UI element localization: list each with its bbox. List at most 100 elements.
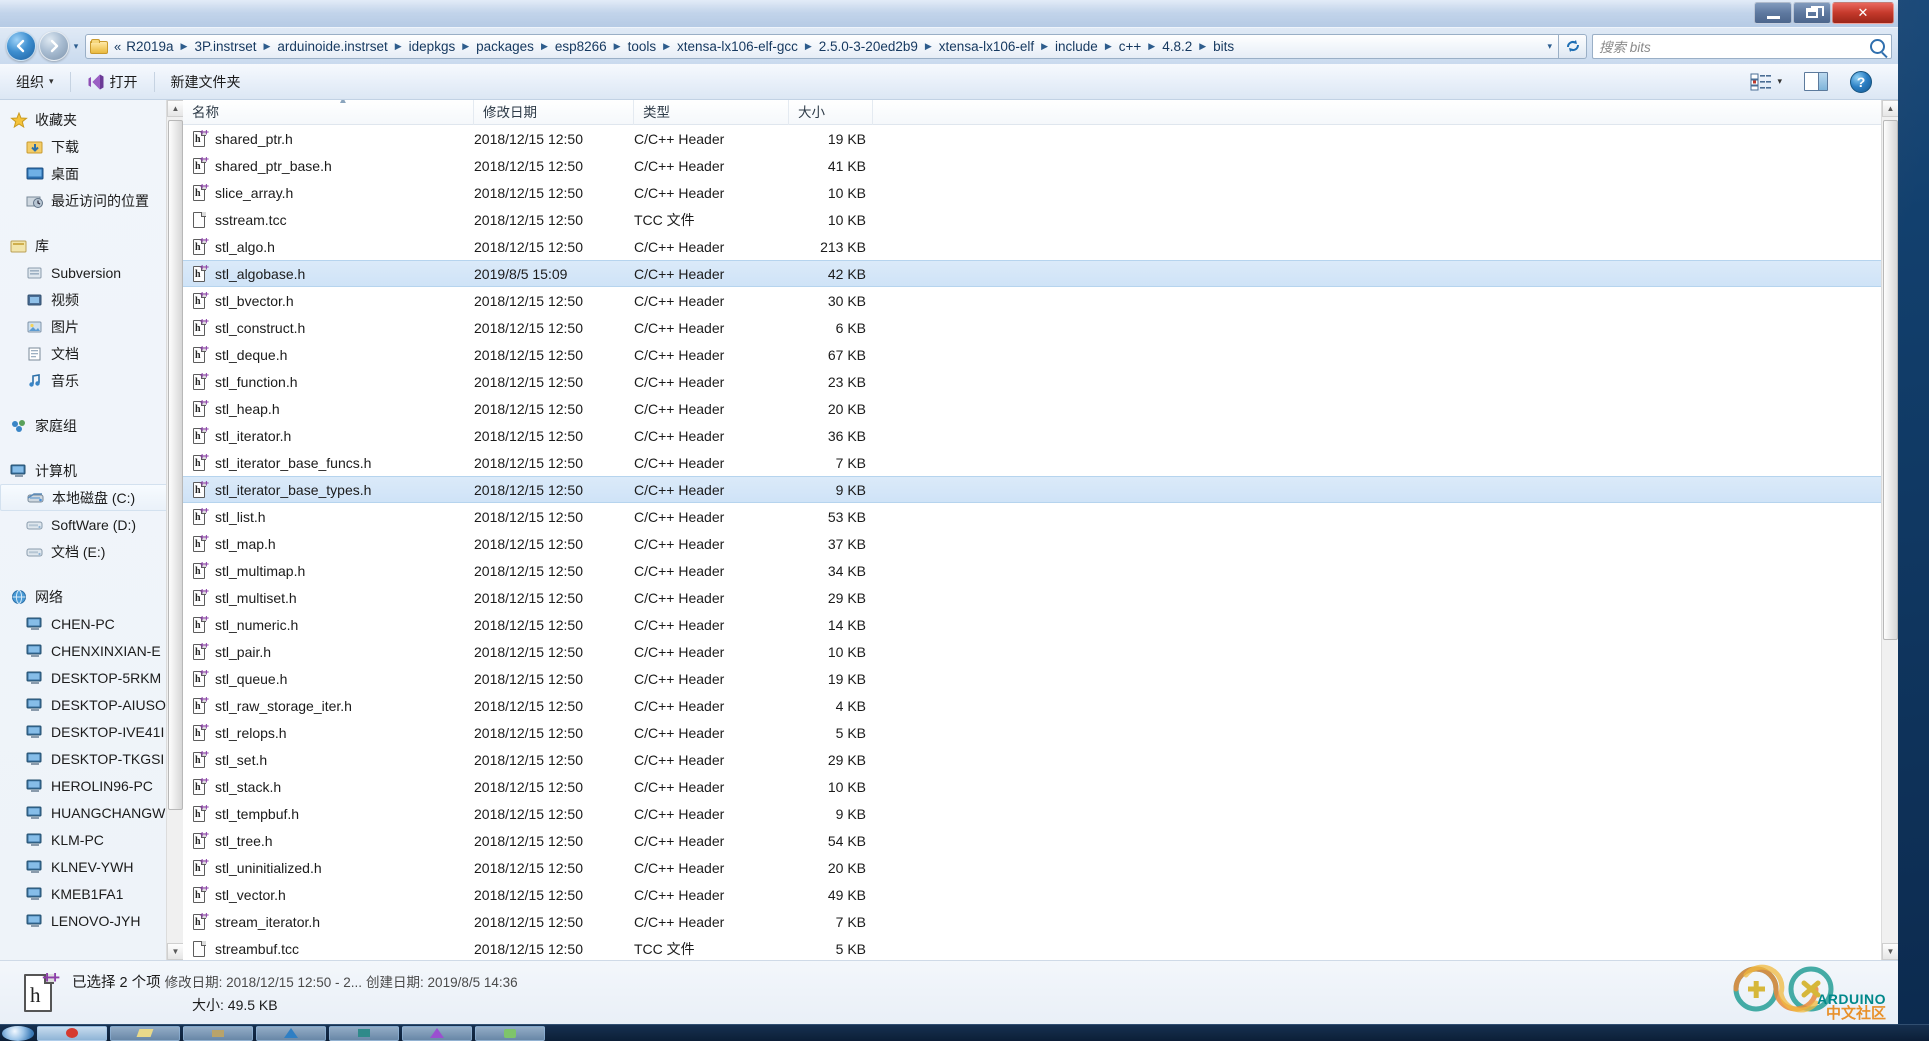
- scroll-down-button[interactable]: ▼: [1882, 943, 1898, 960]
- table-row[interactable]: h ++ stl_stack.h 2018/12/15 12:50 C/C++ Head…: [183, 773, 1898, 800]
- breadcrumb-chevron-icon[interactable]: ▶: [1037, 36, 1052, 57]
- navpane-item-SoftWare (D:)[interactable]: SoftWare (D:): [0, 511, 183, 538]
- breadcrumb-chevron-icon[interactable]: ▶: [260, 36, 275, 57]
- refresh-button[interactable]: [1559, 33, 1587, 59]
- breadcrumb-item-10[interactable]: include: [1052, 36, 1101, 57]
- table-row[interactable]: h ++ stl_construct.h 2018/12/15 12:50 C/C++ …: [183, 314, 1898, 341]
- breadcrumb-chevron-icon[interactable]: ▶: [801, 36, 816, 57]
- breadcrumb-chevron-icon[interactable]: ▶: [177, 36, 192, 57]
- navpane-item-DESKTOP-5RKM[interactable]: DESKTOP-5RKM: [0, 664, 183, 691]
- navpane-item-Subversion[interactable]: Subversion: [0, 259, 183, 286]
- navpane-item-KLNEV-YWH[interactable]: KLNEV-YWH: [0, 853, 183, 880]
- recent-locations-dropdown[interactable]: ▾: [69, 41, 83, 52]
- table-row[interactable]: h ++ stl_map.h 2018/12/15 12:50 C/C++ Header…: [183, 530, 1898, 557]
- navpane-item-DESKTOP-IVE41I[interactable]: DESKTOP-IVE41I: [0, 718, 183, 745]
- preview-pane-button[interactable]: [1794, 68, 1838, 95]
- breadcrumb-item-4[interactable]: packages: [473, 36, 537, 57]
- navpane-group-库[interactable]: 库: [0, 232, 183, 259]
- breadcrumb-overflow[interactable]: «: [111, 36, 123, 57]
- table-row[interactable]: h ++ stl_set.h 2018/12/15 12:50 C/C++ Header…: [183, 746, 1898, 773]
- table-row[interactable]: h ++ stl_function.h 2018/12/15 12:50 C/C++ H…: [183, 368, 1898, 395]
- column-header-name[interactable]: 名称: [183, 100, 474, 125]
- navpane-item-KMEB1FA1[interactable]: KMEB1FA1: [0, 880, 183, 907]
- table-row[interactable]: h ++ stl_algo.h 2018/12/15 12:50 C/C++ Heade…: [183, 233, 1898, 260]
- breadcrumb-chevron-icon[interactable]: ▶: [659, 36, 674, 57]
- back-button[interactable]: [6, 31, 36, 61]
- navpane-item-KLM-PC[interactable]: KLM-PC: [0, 826, 183, 853]
- navpane-item-音乐[interactable]: 音乐: [0, 367, 183, 394]
- breadcrumb-chevron-icon[interactable]: ▶: [1195, 36, 1210, 57]
- navigation-scrollbar[interactable]: ▲ ▼: [166, 100, 183, 960]
- scroll-thumb[interactable]: [1883, 120, 1898, 640]
- search-icon[interactable]: [1870, 38, 1885, 54]
- table-row[interactable]: h ++ stream_iterator.h 2018/12/15 12:50 C/C+…: [183, 908, 1898, 935]
- search-input[interactable]: 搜索 bits: [1592, 33, 1892, 59]
- navpane-item-HEROLIN96-PC[interactable]: HEROLIN96-PC: [0, 772, 183, 799]
- navpane-item-DESKTOP-AIUSO[interactable]: DESKTOP-AIUSO: [0, 691, 183, 718]
- new-folder-button[interactable]: 新建文件夹: [161, 68, 251, 96]
- table-row[interactable]: h++ sstream.tcc 2018/12/15 12:50 TCC 文件 10 K…: [183, 206, 1898, 233]
- table-row[interactable]: h ++ stl_numeric.h 2018/12/15 12:50 C/C++ He…: [183, 611, 1898, 638]
- table-row[interactable]: h ++ stl_pair.h 2018/12/15 12:50 C/C++ Heade…: [183, 638, 1898, 665]
- scroll-down-button[interactable]: ▼: [167, 943, 183, 960]
- breadcrumb-item-1[interactable]: 3P.instrset: [191, 36, 259, 57]
- navpane-item-文档[interactable]: 文档: [0, 340, 183, 367]
- table-row[interactable]: h ++ stl_queue.h 2018/12/15 12:50 C/C++ Head…: [183, 665, 1898, 692]
- organize-button[interactable]: 组织 ▾: [6, 68, 64, 96]
- breadcrumb-item-0[interactable]: R2019a: [123, 36, 176, 57]
- column-header-size[interactable]: 大小: [789, 100, 873, 125]
- scroll-thumb[interactable]: [168, 120, 183, 810]
- taskbar-item[interactable]: [475, 1025, 545, 1041]
- breadcrumb-chevron-icon[interactable]: ▶: [537, 36, 552, 57]
- taskbar-item[interactable]: [183, 1025, 253, 1041]
- table-row[interactable]: h ++ stl_tree.h 2018/12/15 12:50 C/C++ Heade…: [183, 827, 1898, 854]
- table-row[interactable]: h ++ stl_vector.h 2018/12/15 12:50 C/C++ Hea…: [183, 881, 1898, 908]
- table-row[interactable]: h ++ stl_iterator_base_types.h 2018/12/15 1…: [183, 476, 1898, 503]
- table-row[interactable]: h ++ shared_ptr_base.h 2018/12/15 12:50 C/C+…: [183, 152, 1898, 179]
- taskbar-item[interactable]: [402, 1025, 472, 1041]
- taskbar-item[interactable]: [256, 1025, 326, 1041]
- table-row[interactable]: h ++ slice_array.h 2018/12/15 12:50 C/C++ He…: [183, 179, 1898, 206]
- breadcrumb-item-8[interactable]: 2.5.0-3-20ed2b9: [816, 36, 921, 57]
- navpane-item-LENOVO-JYH[interactable]: LENOVO-JYH: [0, 907, 183, 934]
- breadcrumb-chevron-icon[interactable]: ▶: [1144, 36, 1159, 57]
- minimize-button[interactable]: [1754, 2, 1792, 24]
- start-button[interactable]: [2, 1025, 34, 1041]
- navpane-item-文档 (E:)[interactable]: 文档 (E:): [0, 538, 183, 565]
- navpane-item-图片[interactable]: 图片: [0, 313, 183, 340]
- navpane-item-桌面[interactable]: 桌面: [0, 160, 183, 187]
- navpane-group-网络[interactable]: 网络: [0, 583, 183, 610]
- breadcrumb-item-5[interactable]: esp8266: [552, 36, 610, 57]
- navpane-item-最近访问的位置[interactable]: 最近访问的位置: [0, 187, 183, 214]
- breadcrumb-item-2[interactable]: arduinoide.instrset: [274, 36, 390, 57]
- breadcrumb-chevron-icon[interactable]: ▶: [921, 36, 936, 57]
- navpane-item-下载[interactable]: 下载: [0, 133, 183, 160]
- navpane-item-CHEN-PC[interactable]: CHEN-PC: [0, 610, 183, 637]
- table-row[interactable]: h ++ stl_list.h 2018/12/15 12:50 C/C++ Heade…: [183, 503, 1898, 530]
- address-dropdown-icon[interactable]: ▾: [1547, 41, 1552, 52]
- scroll-up-button[interactable]: ▲: [1882, 100, 1898, 117]
- breadcrumb-item-9[interactable]: xtensa-lx106-elf: [936, 36, 1037, 57]
- breadcrumb-item-11[interactable]: c++: [1116, 36, 1145, 57]
- help-button[interactable]: ?: [1840, 67, 1882, 97]
- breadcrumb-item-7[interactable]: xtensa-lx106-elf-gcc: [674, 36, 801, 57]
- navpane-item-HUANGCHANGW[interactable]: HUANGCHANGW: [0, 799, 183, 826]
- breadcrumb-item-12[interactable]: 4.8.2: [1159, 36, 1195, 57]
- breadcrumb-chevron-icon[interactable]: ▶: [391, 36, 406, 57]
- navpane-item-本地磁盘 (C:)[interactable]: 本地磁盘 (C:): [0, 484, 177, 511]
- navpane-group-计算机[interactable]: 计算机: [0, 457, 183, 484]
- address-bar[interactable]: « R2019a ▶ 3P.instrset ▶ arduinoide.inst…: [85, 33, 1559, 59]
- table-row[interactable]: h ++ stl_algobase.h 2019/8/5 15:09 C/C++ Hea…: [183, 260, 1898, 287]
- breadcrumb-item-3[interactable]: idepkgs: [406, 36, 459, 57]
- navpane-item-视频[interactable]: 视频: [0, 286, 183, 313]
- file-list-scrollbar[interactable]: ▲ ▼: [1881, 100, 1898, 960]
- breadcrumb-item-13[interactable]: bits: [1210, 36, 1237, 57]
- table-row[interactable]: h ++ stl_multiset.h 2018/12/15 12:50 C/C++ H…: [183, 584, 1898, 611]
- table-row[interactable]: h ++ stl_tempbuf.h 2018/12/15 12:50 C/C++ He…: [183, 800, 1898, 827]
- maximize-button[interactable]: [1793, 2, 1831, 24]
- table-row[interactable]: h ++ stl_uninitialized.h 2018/12/15 12:50 C/…: [183, 854, 1898, 881]
- column-header-date[interactable]: 修改日期: [474, 100, 634, 125]
- column-header-type[interactable]: 类型: [634, 100, 789, 125]
- table-row[interactable]: h ++ stl_heap.h 2018/12/15 12:50 C/C++ Heade…: [183, 395, 1898, 422]
- breadcrumb-item-6[interactable]: tools: [625, 36, 660, 57]
